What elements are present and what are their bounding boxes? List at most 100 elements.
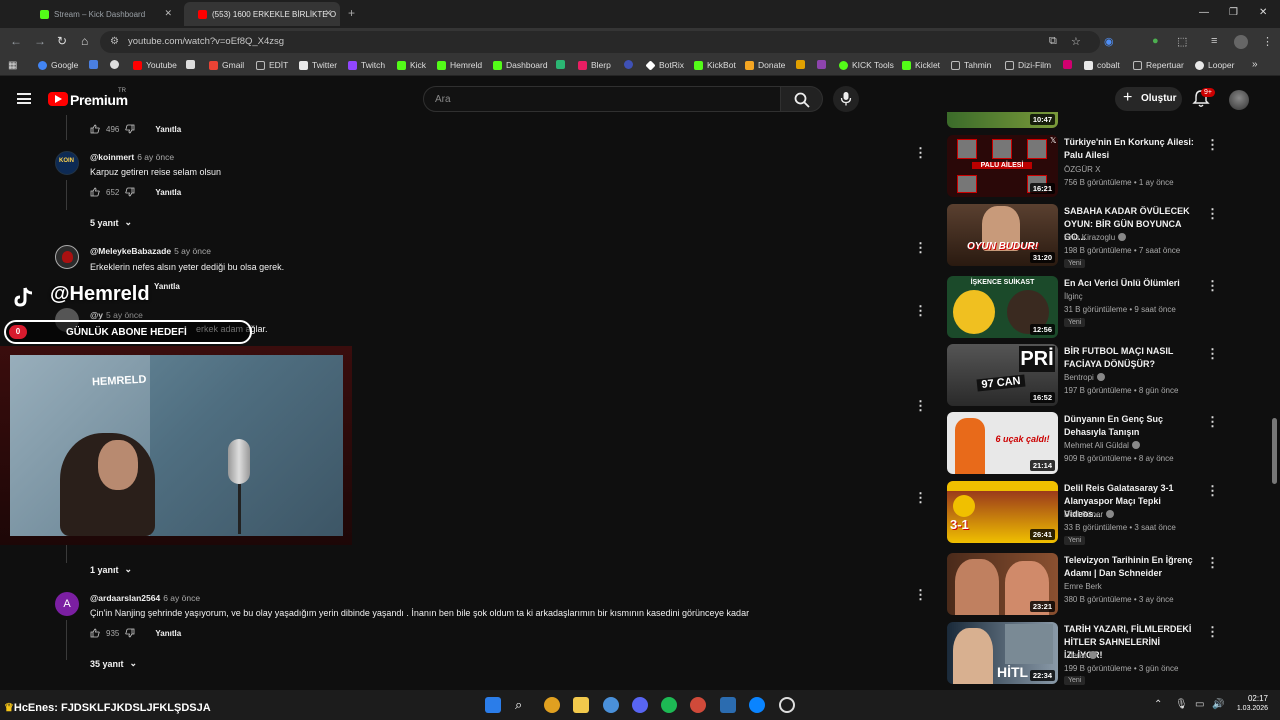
menu-icon[interactable] [17, 93, 31, 104]
video-menu-icon[interactable]: ⋮ [1206, 137, 1219, 153]
file-explorer-icon[interactable] [573, 697, 589, 713]
comment-author[interactable]: @y 5 ay önce [90, 310, 143, 320]
dislike-icon[interactable] [125, 628, 135, 638]
video-channel[interactable]: Emre Berk [1064, 582, 1102, 591]
edge-icon[interactable] [749, 697, 765, 713]
install-app-icon[interactable]: ⧉ [1049, 35, 1057, 48]
video-channel[interactable]: İlginç [1064, 292, 1083, 301]
comment-time[interactable]: 5 ay önce [106, 310, 143, 320]
bookmark-misc-2[interactable] [817, 60, 830, 69]
bookmark-star-icon[interactable]: ☆ [1071, 35, 1081, 48]
close-icon[interactable]: ✕ [324, 8, 332, 19]
network-icon[interactable]: ▭ [1195, 699, 1204, 710]
comment-menu-icon[interactable]: ⋮ [914, 588, 927, 601]
create-button[interactable]: + Oluştur [1115, 87, 1182, 111]
replies-toggle[interactable]: 35 yanıt ⌄ [90, 658, 137, 669]
video-thumbnail[interactable]: 10:47 [947, 112, 1058, 128]
obs-icon[interactable] [779, 697, 795, 713]
close-icon[interactable]: ✕ [164, 8, 172, 19]
profile-avatar[interactable] [1234, 35, 1248, 49]
comment-menu-icon[interactable]: ⋮ [914, 146, 927, 159]
account-avatar[interactable] [1229, 90, 1249, 110]
bookmark-hemreld[interactable]: Hemreld [437, 60, 482, 70]
bookmark-extra[interactable] [556, 60, 569, 69]
search-button[interactable] [781, 86, 823, 112]
reply-button[interactable]: Yanıtla [155, 188, 181, 197]
search-input[interactable]: Ara [423, 86, 781, 112]
dislike-icon[interactable] [125, 124, 135, 134]
search-icon[interactable]: ⌕ [515, 697, 531, 713]
video-channel[interactable]: Mehmet Ali Güldal [1064, 441, 1140, 450]
extension-audio-icon[interactable]: ◉ [1104, 35, 1114, 48]
avatar[interactable] [55, 245, 79, 269]
bookmark-kick[interactable]: Kick [397, 60, 426, 70]
comment-time[interactable]: 6 ay önce [137, 152, 174, 162]
scrollbar-track[interactable] [1270, 123, 1280, 688]
minimize-icon[interactable]: — [1199, 7, 1209, 18]
bookmark-twitch[interactable]: Twitch [348, 60, 385, 70]
bookmark-repertuar[interactable]: Repertuar [1133, 60, 1184, 70]
back-icon[interactable]: ← [10, 34, 22, 48]
scrollbar-thumb[interactable] [1272, 418, 1277, 484]
video-menu-icon[interactable]: ⋮ [1206, 346, 1219, 362]
home-icon[interactable]: ⌂ [81, 34, 88, 48]
windows-start-icon[interactable] [485, 697, 501, 713]
clock-date[interactable]: 1.03.2026 [1232, 705, 1268, 712]
video-channel[interactable]: Enis Kirazoglu [1064, 233, 1127, 242]
replies-toggle[interactable]: 1 yanıt ⌄ [90, 564, 132, 575]
avatar[interactable]: A [55, 592, 79, 616]
video-title[interactable]: BİR FUTBOL MAÇI NASIL FACİAYA DÖNÜŞÜR? [1064, 345, 1199, 371]
bookmark-misc-1[interactable] [796, 60, 809, 69]
video-thumbnail[interactable]: PRİ 97 CAN 16:52 [947, 344, 1058, 406]
video-thumbnail[interactable]: 6 uçak çaldı! 21:14 [947, 412, 1058, 474]
browser-menu-icon[interactable]: ⋮ [1262, 35, 1273, 48]
bookmark-tahmin[interactable]: Tahmin [951, 60, 991, 70]
bookmark-twitter[interactable]: Twitter [299, 60, 337, 70]
chrome-alt-icon[interactable] [690, 697, 706, 713]
forward-icon[interactable]: → [34, 34, 46, 48]
video-thumbnail[interactable]: 3-1 26:41 [947, 481, 1058, 543]
bookmark-cobalt[interactable]: cobalt [1084, 60, 1120, 70]
comment-menu-icon[interactable]: ⋮ [914, 491, 927, 504]
apps-grid-icon[interactable]: ▦ [8, 60, 17, 71]
bookmark-image[interactable] [186, 60, 199, 69]
video-thumbnail[interactable]: PALU AİLESİ 16:21 [947, 135, 1058, 197]
video-title[interactable]: Dünyanın En Genç Suç Dehasıyla Tanışın [1064, 413, 1199, 439]
video-channel[interactable]: Literat [1064, 651, 1098, 660]
video-thumbnail[interactable]: İŞKENCE SUİKAST 12:56 [947, 276, 1058, 338]
site-info-icon[interactable]: ⚙ [110, 36, 119, 47]
video-title[interactable]: En Acı Verici Ünlü Ölümleri [1064, 277, 1199, 290]
bookmark-botrix[interactable]: BotRix [645, 59, 684, 71]
tab-kick-dashboard[interactable]: Stream – Kick Dashboard ✕ [26, 2, 180, 26]
media-control-icon[interactable]: ≡ [1211, 35, 1217, 47]
bookmark-kickbot[interactable]: KickBot [694, 60, 736, 70]
app-icon[interactable] [720, 697, 736, 713]
bookmark-donate[interactable]: Donate [745, 60, 785, 70]
video-title[interactable]: Televizyon Tarihinin En İğrenç Adamı | D… [1064, 554, 1199, 580]
dislike-icon[interactable] [125, 187, 135, 197]
bookmark-dashboard[interactable]: Dashboard [493, 60, 548, 70]
bookmark-dizi-film[interactable]: Dizi-Film [1005, 60, 1051, 70]
comment-menu-icon[interactable]: ⋮ [914, 241, 927, 254]
video-thumbnail[interactable]: HİTL 22:34 [947, 622, 1058, 684]
more-bookmarks-icon[interactable]: » [1252, 59, 1258, 70]
video-menu-icon[interactable]: ⋮ [1206, 555, 1219, 571]
chrome-profile-icon[interactable] [603, 697, 619, 713]
bookmark-kick-tools[interactable]: KICK Tools [839, 60, 894, 70]
voice-search-button[interactable] [833, 86, 859, 112]
like-icon[interactable] [90, 187, 100, 197]
video-menu-icon[interactable]: ⋮ [1206, 483, 1219, 499]
extensions-icon[interactable]: ⬚ [1177, 35, 1187, 48]
video-channel[interactable]: ÖZGÜR X [1064, 165, 1100, 174]
like-icon[interactable] [90, 628, 100, 638]
bookmark-kicklet[interactable]: Kicklet [902, 60, 940, 70]
avatar[interactable]: KOIN [55, 151, 79, 175]
close-window-icon[interactable]: ✕ [1259, 7, 1267, 18]
url-field[interactable]: ⚙ youtube.com/watch?v=oEf8Q_X4zsg [100, 31, 1100, 53]
bookmark-google[interactable]: Google [38, 60, 78, 70]
comment-time[interactable]: 6 ay önce [163, 593, 200, 603]
bookmark-blerp[interactable]: Blerp [578, 60, 611, 70]
comment-menu-icon[interactable]: ⋮ [914, 399, 927, 412]
comment-time[interactable]: 5 ay önce [174, 246, 211, 256]
tray-expand-icon[interactable]: ⌃ [1154, 699, 1162, 710]
